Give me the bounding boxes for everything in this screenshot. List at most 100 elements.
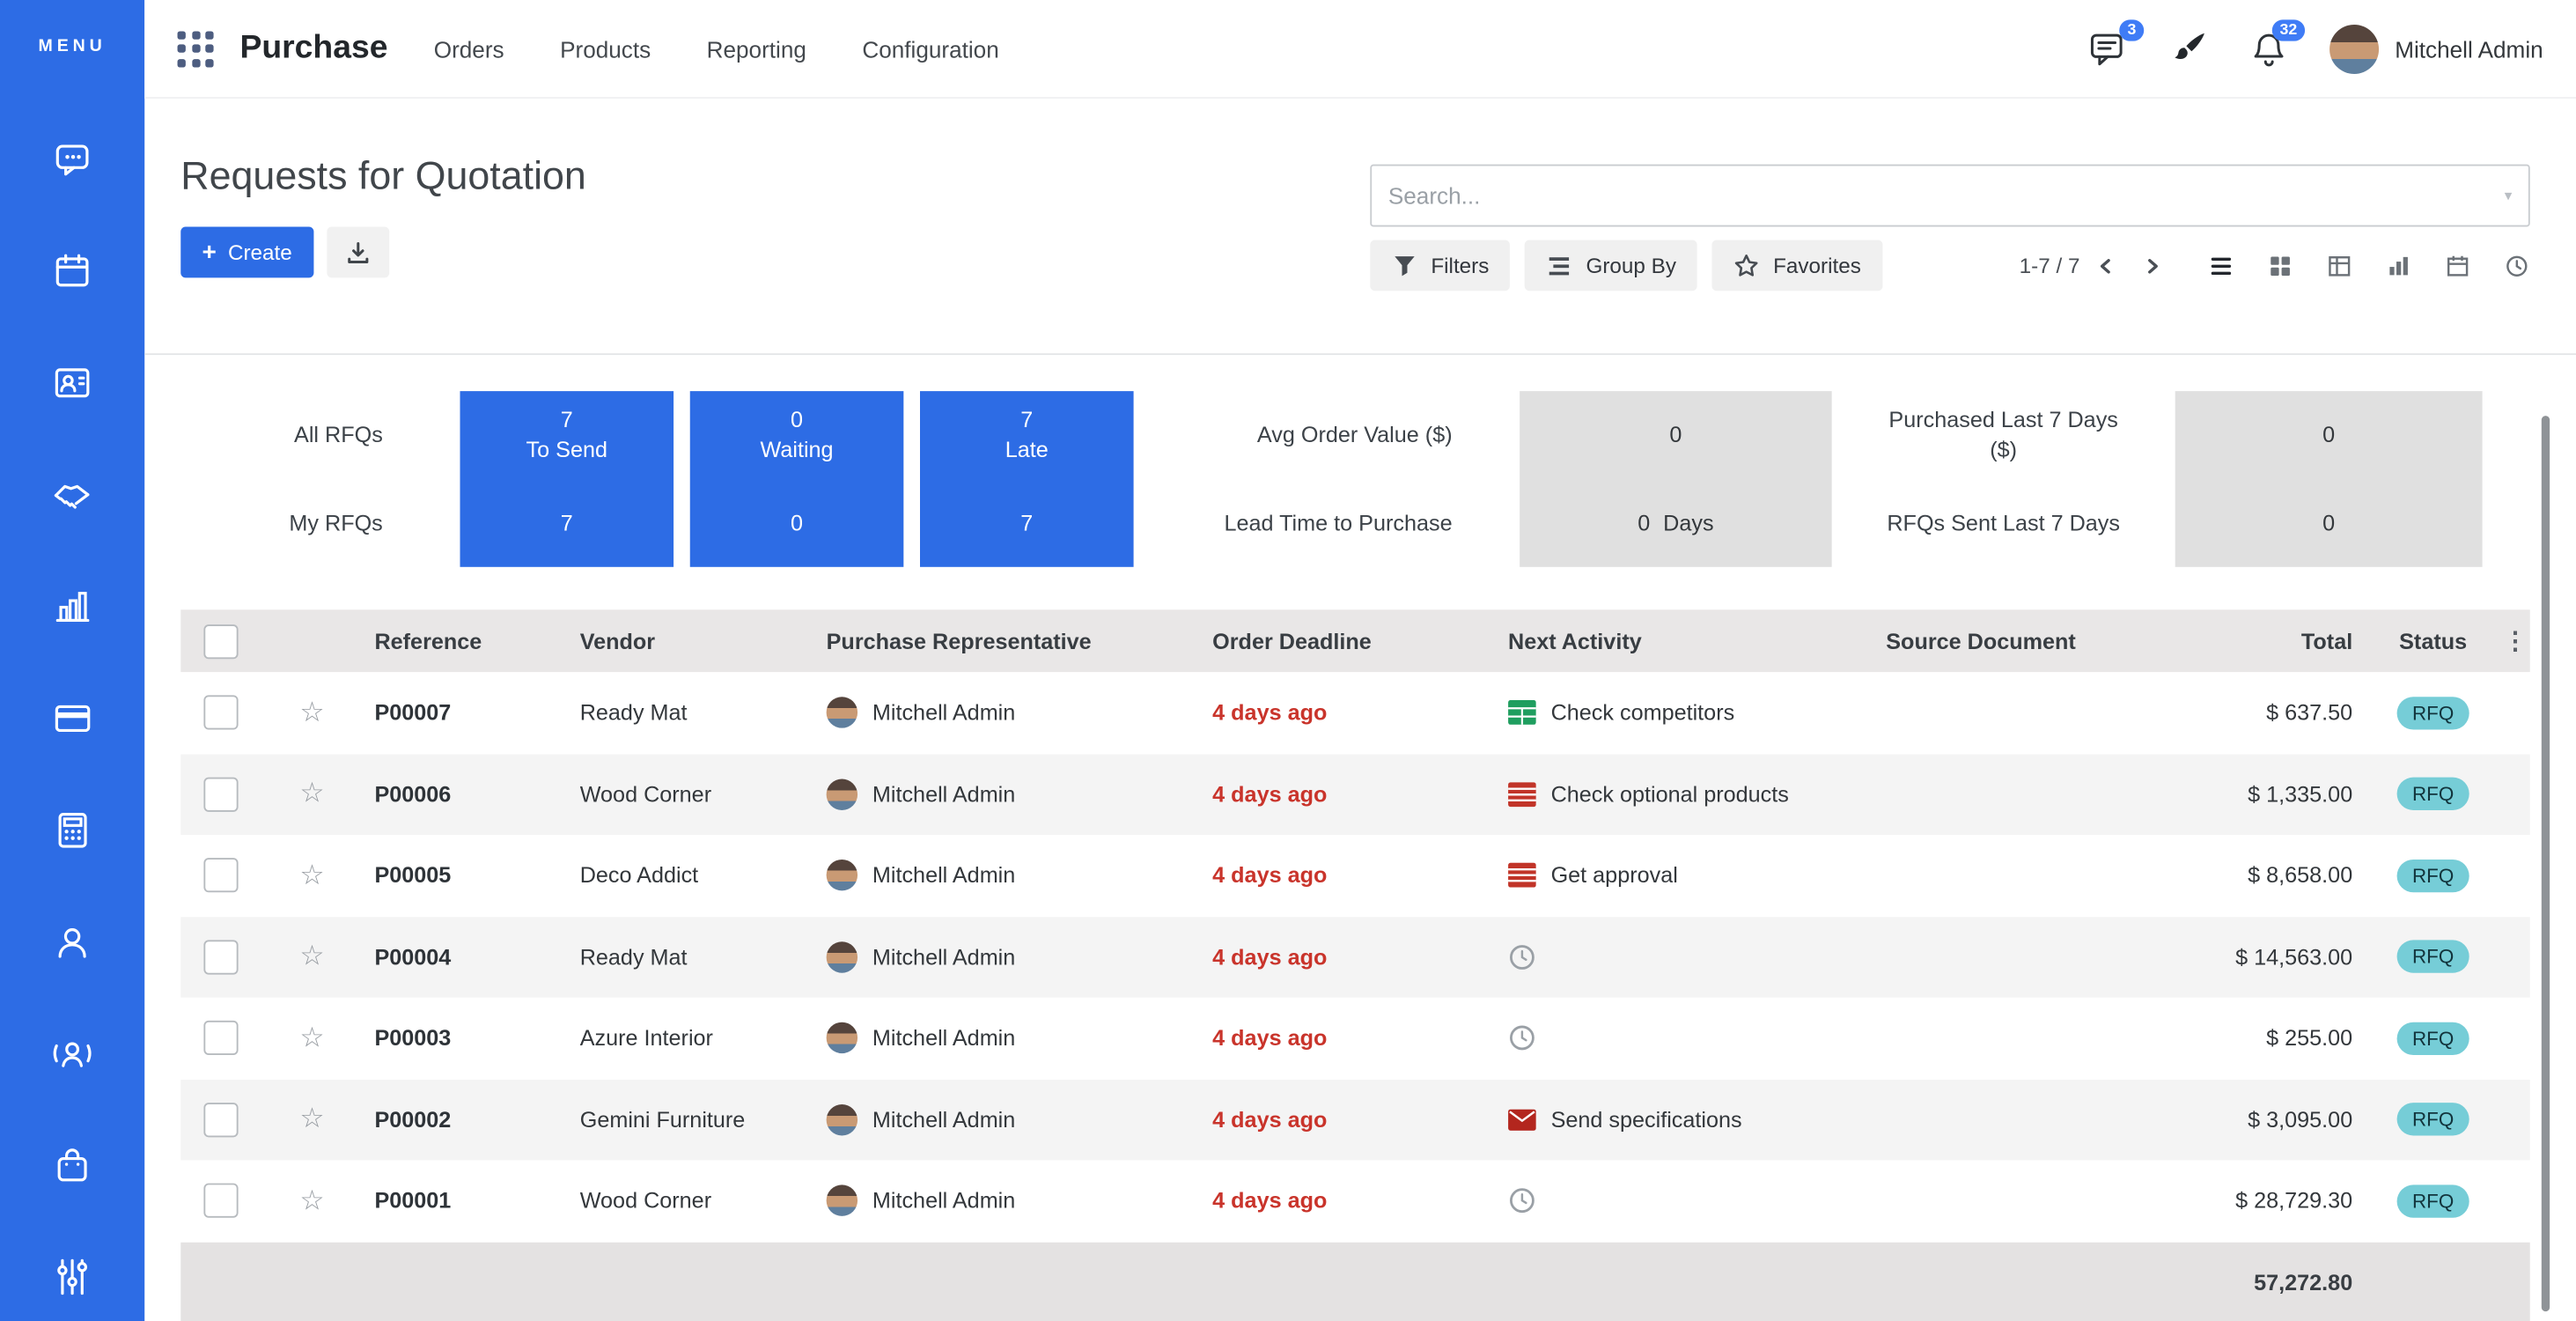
- status-badge: RFQ: [2397, 778, 2469, 810]
- contacts-icon[interactable]: [51, 362, 94, 405]
- rep-avatar: [827, 1185, 857, 1216]
- reference-cell: P00001: [353, 1160, 558, 1241]
- discuss-icon[interactable]: [51, 138, 94, 181]
- row-checkbox[interactable]: [203, 1103, 238, 1137]
- favorites-star-icon: [1733, 252, 1760, 278]
- optional-columns-icon[interactable]: ⋮: [2500, 609, 2530, 672]
- header-rep[interactable]: Purchase Representative: [805, 609, 1191, 672]
- table-row[interactable]: ☆ P00005 Deco Addict Mitchell Admin 4 da…: [180, 835, 2529, 916]
- group-by-button[interactable]: Group By: [1525, 240, 1697, 291]
- activity-cell[interactable]: [1487, 1160, 1865, 1241]
- calculator-icon[interactable]: [51, 808, 94, 852]
- header-activity[interactable]: Next Activity: [1487, 609, 1865, 672]
- settings-sliders-icon[interactable]: [51, 1256, 94, 1299]
- menu-orders[interactable]: Orders: [434, 35, 504, 62]
- favorite-star-icon[interactable]: ☆: [299, 1184, 324, 1217]
- purchase-bag-icon[interactable]: [51, 1144, 94, 1187]
- sales-chart-icon[interactable]: [51, 585, 94, 628]
- menu-reporting[interactable]: Reporting: [707, 35, 806, 62]
- menu-configuration[interactable]: Configuration: [862, 35, 998, 62]
- notifications-bell-icon[interactable]: 32: [2248, 29, 2288, 69]
- reference-cell: P00003: [353, 998, 558, 1079]
- all-rfqs-filter[interactable]: All RFQs: [180, 391, 383, 479]
- row-checkbox[interactable]: [203, 1184, 238, 1218]
- table-row[interactable]: ☆ P00006 Wood Corner Mitchell Admin 4 da…: [180, 754, 2529, 835]
- favorite-star-icon[interactable]: ☆: [299, 778, 324, 810]
- notifications-badge: 32: [2272, 18, 2305, 41]
- search-input[interactable]: [1388, 182, 2505, 209]
- apps-grid-icon[interactable]: [178, 31, 214, 67]
- favorite-star-icon[interactable]: ☆: [299, 697, 324, 729]
- header-deadline[interactable]: Order Deadline: [1191, 609, 1487, 672]
- kanban-view-icon[interactable]: [2267, 252, 2293, 278]
- pager-previous-button[interactable]: [2087, 249, 2126, 282]
- user-icon[interactable]: [51, 920, 94, 963]
- deadline-cell: 4 days ago: [1191, 916, 1487, 997]
- table-row[interactable]: ☆ P00007 Ready Mat Mitchell Admin 4 days…: [180, 672, 2529, 753]
- filters-button[interactable]: Filters: [1370, 240, 1510, 291]
- total-cell: $ 1,335.00: [2185, 754, 2366, 835]
- handshake-icon[interactable]: [51, 473, 94, 516]
- menu-products[interactable]: Products: [560, 35, 651, 62]
- row-checkbox[interactable]: [203, 1021, 238, 1055]
- user-menu[interactable]: Mitchell Admin: [2329, 24, 2543, 73]
- favorites-button[interactable]: Favorites: [1712, 240, 1882, 291]
- list-view-icon[interactable]: [2208, 252, 2234, 278]
- activity-cell[interactable]: Check competitors: [1487, 672, 1865, 753]
- row-checkbox[interactable]: [203, 940, 238, 974]
- messages-icon[interactable]: 3: [2087, 29, 2127, 69]
- favorite-star-icon[interactable]: ☆: [299, 1022, 324, 1054]
- favorite-star-icon[interactable]: ☆: [299, 1103, 324, 1136]
- tile-waiting[interactable]: 0 Waiting 0: [690, 391, 904, 567]
- select-all-checkbox[interactable]: [203, 624, 238, 658]
- pivot-view-icon[interactable]: [2326, 252, 2352, 278]
- row-checkbox[interactable]: [203, 859, 238, 893]
- source-cell: [1865, 835, 2185, 916]
- header-vendor[interactable]: Vendor: [558, 609, 805, 672]
- my-rfqs-filter[interactable]: My RFQs: [180, 479, 383, 567]
- rfq-list: Reference Vendor Purchase Representative…: [180, 609, 2529, 1321]
- table-row[interactable]: ☆ P00001 Wood Corner Mitchell Admin 4 da…: [180, 1160, 2529, 1241]
- activity-view-icon[interactable]: [2504, 252, 2530, 278]
- table-row[interactable]: ☆ P00003 Azure Interior Mitchell Admin 4…: [180, 998, 2529, 1079]
- header-status[interactable]: Status: [2366, 609, 2500, 672]
- vendor-cell: Azure Interior: [558, 998, 805, 1079]
- source-cell: [1865, 1160, 2185, 1241]
- activity-cell[interactable]: Check optional products: [1487, 754, 1865, 835]
- brush-icon[interactable]: [2168, 29, 2208, 69]
- header-reference[interactable]: Reference: [353, 609, 558, 672]
- customers-icon[interactable]: [51, 1032, 94, 1075]
- export-button[interactable]: [327, 227, 389, 278]
- activity-table-green-icon: [1508, 700, 1536, 725]
- credit-card-icon[interactable]: [51, 697, 94, 740]
- header-source[interactable]: Source Document: [1865, 609, 2185, 672]
- tile-late[interactable]: 7 Late 7: [920, 391, 1134, 567]
- table-row[interactable]: ☆ P00002 Gemini Furniture Mitchell Admin…: [180, 1079, 2529, 1160]
- last7-tile[interactable]: 0 0: [2175, 391, 2483, 567]
- row-checkbox[interactable]: [203, 696, 238, 730]
- pager-next-button[interactable]: [2132, 249, 2172, 282]
- group-by-icon: [1547, 252, 1573, 278]
- header-total[interactable]: Total: [2185, 609, 2366, 672]
- favorite-star-icon[interactable]: ☆: [299, 859, 324, 891]
- vertical-scrollbar[interactable]: [2542, 416, 2550, 1311]
- calendar-view-icon[interactable]: [2445, 252, 2471, 278]
- avg-lead-tile[interactable]: 0 0 Days: [1520, 391, 1832, 567]
- tile-to-send[interactable]: 7 To Send 7: [460, 391, 673, 567]
- search-caret-icon[interactable]: ▾: [2505, 187, 2512, 205]
- activity-cell[interactable]: [1487, 916, 1865, 997]
- favorite-star-icon[interactable]: ☆: [299, 941, 324, 973]
- table-row[interactable]: ☆ P00004 Ready Mat Mitchell Admin 4 days…: [180, 916, 2529, 997]
- activity-cell[interactable]: [1487, 998, 1865, 1079]
- calendar-icon[interactable]: [51, 250, 94, 293]
- create-button[interactable]: + Create: [180, 227, 313, 278]
- graph-view-icon[interactable]: [2386, 252, 2412, 278]
- lead-time-value: 0: [1638, 511, 1650, 535]
- activity-cell[interactable]: Get approval: [1487, 835, 1865, 916]
- deadline-cell: 4 days ago: [1191, 672, 1487, 753]
- menu-label: MENU: [39, 36, 107, 55]
- activity-cell[interactable]: Send specifications: [1487, 1079, 1865, 1160]
- row-checkbox[interactable]: [203, 777, 238, 811]
- footer-total: 57,272.80: [2185, 1242, 2366, 1321]
- app-menu: Orders Products Reporting Configuration: [434, 35, 999, 62]
